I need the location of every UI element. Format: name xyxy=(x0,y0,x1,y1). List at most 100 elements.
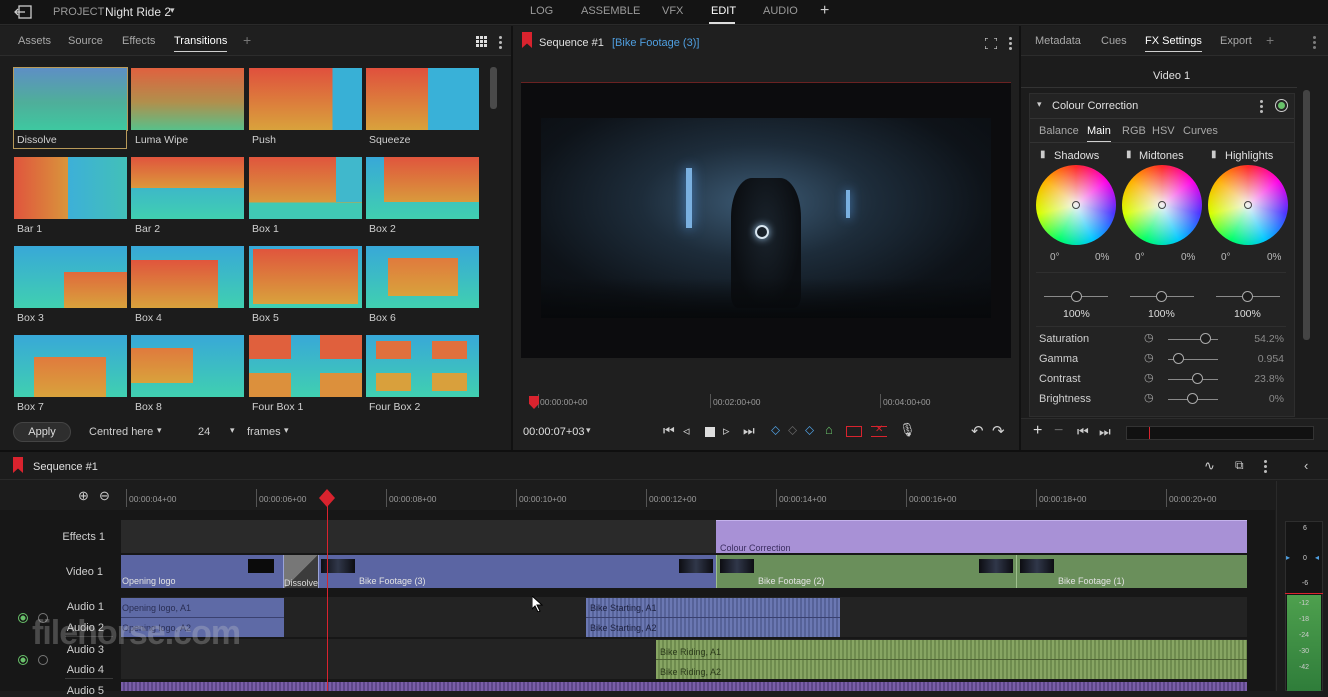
tab-assets[interactable]: Assets xyxy=(18,35,51,47)
transition-thumb-dissolve[interactable] xyxy=(13,67,128,131)
collapse-chevron-icon[interactable]: ▾ xyxy=(1037,99,1042,110)
highlights-color-wheel[interactable] xyxy=(1208,165,1288,245)
alignment-dropdown[interactable]: Centred here xyxy=(89,426,153,438)
chevron-down-icon[interactable]: ▾ xyxy=(230,425,235,436)
track-selector[interactable]: Video 1 xyxy=(1153,70,1191,88)
fullscreen-icon[interactable] xyxy=(985,38,997,49)
tab-assemble[interactable]: ASSEMBLE xyxy=(581,5,640,17)
more-options-icon[interactable] xyxy=(1260,100,1263,115)
audio-track-enable-toggle[interactable] xyxy=(18,655,28,665)
slider-knob[interactable] xyxy=(1071,291,1082,302)
waveform-icon[interactable]: ∿ xyxy=(1204,458,1215,474)
tab-audio[interactable]: AUDIO xyxy=(763,5,798,17)
tab-export[interactable]: Export xyxy=(1220,35,1252,47)
transition-thumb-box-3[interactable] xyxy=(14,246,127,308)
tab-edit[interactable]: EDIT xyxy=(711,5,736,17)
redo-icon[interactable]: ↷ xyxy=(992,422,1005,440)
tab-source[interactable]: Source xyxy=(68,35,103,47)
project-name-dropdown[interactable]: Night Ride 2 xyxy=(105,5,171,19)
transition-thumb-box-4[interactable] xyxy=(131,246,244,308)
insert-edit-icon[interactable] xyxy=(846,426,862,437)
add-marker-icon[interactable]: ⌂ xyxy=(825,422,833,437)
video-clip-bike-footage-2[interactable]: Bike Footage (2) xyxy=(716,555,1016,588)
tab-cues[interactable]: Cues xyxy=(1101,35,1127,47)
exit-icon[interactable] xyxy=(14,5,32,19)
keyframe-icon[interactable]: ◷ xyxy=(1144,391,1154,404)
subtab-balance[interactable]: Balance xyxy=(1039,125,1079,137)
slider-knob[interactable] xyxy=(1173,353,1184,364)
next-keyframe-icon[interactable]: ⏭ xyxy=(1099,424,1111,440)
apply-button[interactable]: Apply xyxy=(13,422,71,442)
tab-effects[interactable]: Effects xyxy=(122,35,155,47)
audio-clip-bike-starting[interactable]: Bike Starting, A1 Bike Starting, A2 xyxy=(586,598,840,637)
transition-thumb-four-box-2[interactable] xyxy=(366,335,479,397)
add-panel-tab-button[interactable]: + xyxy=(243,32,251,48)
slider-knob[interactable] xyxy=(1192,373,1203,384)
param-value[interactable]: 0% xyxy=(1269,393,1284,405)
duration-input[interactable]: 24 xyxy=(198,426,210,438)
timecode-display[interactable]: 00:00:07+03 xyxy=(523,426,584,438)
mark-clip-icon[interactable]: ⬦ xyxy=(788,422,797,438)
transition-thumb-box-7[interactable] xyxy=(14,335,127,397)
unit-dropdown[interactable]: frames xyxy=(247,426,281,438)
chevron-down-icon[interactable]: ▾ xyxy=(586,425,591,436)
slider-knob[interactable] xyxy=(1156,291,1167,302)
add-tab-button[interactable]: + xyxy=(820,2,829,20)
transition-thumb-box-1[interactable] xyxy=(249,157,362,219)
slider-knob[interactable] xyxy=(1187,393,1198,404)
effect-clip-colour-correction[interactable]: Colour Correction xyxy=(716,520,1247,553)
video-clip-opening-logo[interactable]: Opening logo xyxy=(121,555,284,588)
previous-keyframe-icon[interactable]: ⏮ xyxy=(1077,424,1089,440)
transition-clip-dissolve[interactable]: Dissolve xyxy=(284,555,318,588)
chevron-down-icon[interactable]: ▾ xyxy=(157,425,162,436)
remove-effect-button[interactable]: − xyxy=(1054,422,1063,440)
zoom-in-icon[interactable]: ⊕ xyxy=(78,488,89,504)
transition-thumb-box-5[interactable] xyxy=(249,246,362,308)
audio-track-solo-toggle[interactable] xyxy=(38,655,48,665)
subtab-hsv[interactable]: HSV xyxy=(1152,125,1175,137)
audio-track-enable-toggle[interactable] xyxy=(18,613,28,623)
mark-out-icon[interactable]: ⬦ xyxy=(805,422,814,438)
mark-in-icon[interactable]: ⬦ xyxy=(771,422,780,438)
timeline-ruler[interactable]: ⊕ ⊖ 00:00:04+00 00:00:06+00 00:00:08+00 … xyxy=(0,481,1275,509)
video-clip-bike-footage-3[interactable]: Bike Footage (3) xyxy=(318,555,716,588)
stop-icon[interactable] xyxy=(705,427,715,437)
viewer-scrubber[interactable]: 00:00:00+00 00:02:00+00 00:04:00+00 xyxy=(521,390,1011,410)
step-back-icon[interactable]: ◃ xyxy=(683,423,690,439)
video-clip-bike-footage-1[interactable]: Bike Footage (1) xyxy=(1016,555,1247,588)
midtones-color-wheel[interactable] xyxy=(1122,165,1202,245)
transition-thumb-box-6[interactable] xyxy=(366,246,479,308)
slider-knob[interactable] xyxy=(1200,333,1211,344)
add-effect-button[interactable]: + xyxy=(1033,422,1042,440)
slider-knob[interactable] xyxy=(1242,291,1253,302)
transition-thumb-box-2[interactable] xyxy=(366,157,479,219)
transition-thumb-luma-wipe[interactable] xyxy=(131,68,244,130)
video-preview[interactable] xyxy=(521,83,1011,358)
shadows-color-wheel[interactable] xyxy=(1036,165,1116,245)
more-options-icon[interactable] xyxy=(1264,460,1267,475)
chevron-down-icon[interactable]: ▾ xyxy=(170,5,175,16)
add-panel-tab-button[interactable]: + xyxy=(1266,32,1274,48)
tab-log[interactable]: LOG xyxy=(530,5,553,17)
keyframe-icon[interactable]: ◷ xyxy=(1144,331,1154,344)
more-options-icon[interactable] xyxy=(1313,36,1316,51)
tab-fx-settings[interactable]: FX Settings xyxy=(1145,35,1202,52)
collapse-left-icon[interactable]: ‹ xyxy=(1304,458,1308,473)
effect-enabled-toggle[interactable] xyxy=(1275,99,1288,112)
transition-thumb-squeeze[interactable] xyxy=(366,68,479,130)
chevron-down-icon[interactable]: ▾ xyxy=(284,425,289,436)
param-value[interactable]: 54.2% xyxy=(1254,333,1284,345)
transition-thumb-bar-1[interactable] xyxy=(14,157,127,219)
transition-thumb-box-8[interactable] xyxy=(131,335,244,397)
keyframe-icon[interactable]: ◷ xyxy=(1144,351,1154,364)
transition-thumb-four-box-1[interactable] xyxy=(249,335,362,397)
tab-vfx[interactable]: VFX xyxy=(662,5,683,17)
keyframe-track[interactable] xyxy=(1126,426,1314,440)
keyframe-icon[interactable]: ◷ xyxy=(1144,371,1154,384)
fx-scrollbar[interactable] xyxy=(1303,90,1310,340)
transitions-scrollbar[interactable] xyxy=(490,67,497,109)
audio-clip-bike-riding[interactable]: Bike Riding, A1 Bike Riding, A2 xyxy=(656,640,1247,679)
more-options-icon[interactable] xyxy=(499,36,502,51)
go-to-end-icon[interactable]: ⏭ xyxy=(743,423,755,439)
overwrite-edit-icon[interactable]: ✕ xyxy=(871,424,887,437)
